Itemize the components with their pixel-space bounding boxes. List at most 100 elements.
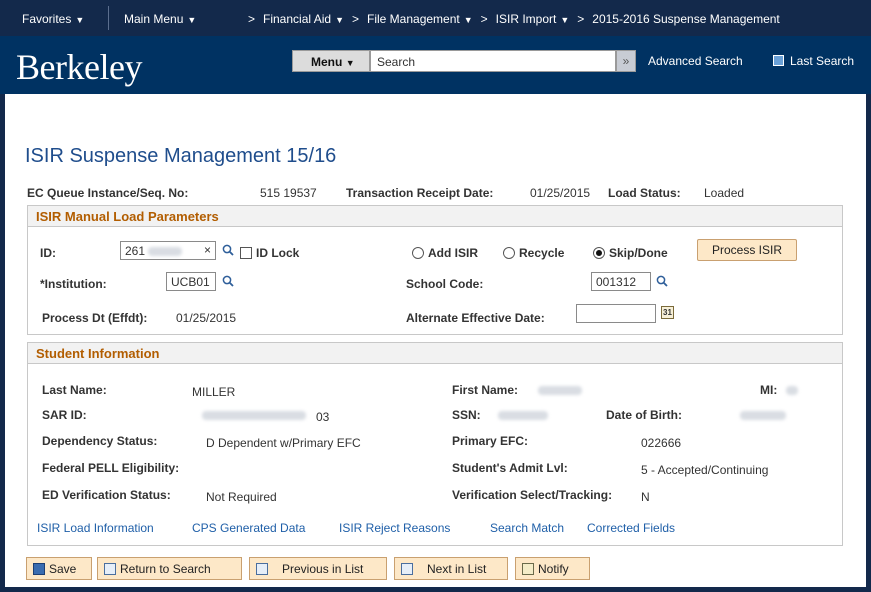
berkeley-logo[interactable]: Berkeley <box>16 46 142 88</box>
load-status-label: Load Status: <box>608 186 681 200</box>
clear-icon[interactable]: × <box>204 243 211 257</box>
ssn-label: SSN: <box>452 408 481 422</box>
federal-pell-label: Federal PELL Eligibility: <box>42 461 180 475</box>
chevron-down-icon[interactable]: ▼ <box>560 15 569 25</box>
institution-label: *Institution: <box>40 277 107 291</box>
transaction-receipt-label: Transaction Receipt Date: <box>346 186 494 200</box>
chevron-down-icon: ▼ <box>75 15 85 25</box>
id-lock-label: ID Lock <box>256 246 300 260</box>
page-title: ISIR Suspense Management 15/16 <box>25 145 337 167</box>
breadcrumb-current: 2015-2016 Suspense Management <box>592 12 780 26</box>
primary-efc-label: Primary EFC: <box>452 434 529 448</box>
skip-done-label: Skip/Done <box>609 246 668 260</box>
radio-icon <box>503 247 515 259</box>
last-name-value: MILLER <box>192 385 236 399</box>
chevron-down-icon[interactable]: ▼ <box>464 15 473 25</box>
return-to-search-button[interactable]: Return to Search <box>97 557 242 580</box>
return-search-icon <box>104 563 116 575</box>
ed-verification-value: Not Required <box>206 490 277 504</box>
return-label: Return to Search <box>120 562 211 576</box>
cps-generated-data-link[interactable]: CPS Generated Data <box>192 521 305 535</box>
id-lock-checkbox[interactable]: ID Lock <box>240 246 299 260</box>
isir-load-information-link[interactable]: ISIR Load Information <box>37 521 154 535</box>
redacted-ssn <box>498 411 548 420</box>
chevron-down-icon: ▼ <box>345 58 355 68</box>
date-of-birth-label: Date of Birth: <box>606 408 682 422</box>
dependency-status-label: Dependency Status: <box>42 434 158 448</box>
school-code-input[interactable]: 001312 <box>591 272 651 291</box>
favorites-label: Favorites <box>22 12 72 26</box>
id-input[interactable]: 261 × <box>120 241 216 260</box>
radio-selected-icon <box>593 247 605 259</box>
search-input[interactable]: Search <box>370 50 616 72</box>
top-nav-bar: Favorites ▼ Main Menu ▼ > Financial Aid ▼ > Fi… <box>0 0 871 36</box>
admit-level-label: Student's Admit Lvl: <box>452 461 568 475</box>
menu-label: Menu <box>311 55 343 69</box>
alternate-effective-date-input[interactable] <box>576 304 656 323</box>
ec-queue-label: EC Queue Instance/Seq. No: <box>27 186 189 200</box>
redacted-first-name <box>538 386 582 395</box>
last-search-link[interactable]: Last Search <box>773 54 854 68</box>
main-menu[interactable]: Main Menu ▼ <box>124 12 196 26</box>
save-label: Save <box>49 562 77 576</box>
arrow-down-list-icon <box>401 563 413 575</box>
save-icon <box>33 563 45 575</box>
search-match-link[interactable]: Search Match <box>490 521 564 535</box>
add-isir-label: Add ISIR <box>428 246 478 260</box>
ed-verification-label: ED Verification Status: <box>42 488 171 502</box>
chevron-right-icon: > <box>577 12 585 26</box>
previous-in-list-button[interactable]: Previous in List <box>249 557 387 580</box>
menu-dropdown-button[interactable]: Menu ▼ <box>292 50 370 72</box>
lookup-icon[interactable] <box>222 244 234 256</box>
alternate-effective-date-label: Alternate Effective Date: <box>406 311 545 325</box>
section-header: ISIR Manual Load Parameters <box>28 206 842 227</box>
last-search-label: Last Search <box>790 54 855 68</box>
checkbox-icon <box>240 247 252 259</box>
brand-header: Berkeley Menu ▼ Search » Advanced Search… <box>0 36 871 94</box>
id-value: 261 <box>125 244 146 258</box>
main-menu-label: Main Menu <box>124 12 184 26</box>
breadcrumb-file-management[interactable]: File Management <box>367 12 460 26</box>
recycle-radio[interactable]: Recycle <box>503 246 564 260</box>
previous-label: Previous in List <box>282 562 364 576</box>
save-button[interactable]: Save <box>26 557 92 580</box>
transaction-receipt-value: 01/25/2015 <box>530 186 591 200</box>
arrow-up-list-icon <box>256 563 268 575</box>
institution-input[interactable]: UCB01 <box>166 272 216 291</box>
chevron-down-icon: ▼ <box>187 15 197 25</box>
redacted-value <box>148 247 183 257</box>
breadcrumb-financial-aid[interactable]: Financial Aid <box>263 12 331 26</box>
section-header: Student Information <box>28 343 842 364</box>
chevron-right-icon: > <box>480 12 488 26</box>
breadcrumb: > Financial Aid ▼ > File Management ▼ > ISIR Im… <box>240 12 780 26</box>
advanced-search-link[interactable]: Advanced Search <box>648 54 743 68</box>
last-name-label: Last Name: <box>42 383 107 397</box>
isir-reject-reasons-link[interactable]: ISIR Reject Reasons <box>339 521 450 535</box>
lookup-icon[interactable] <box>656 275 668 287</box>
process-isir-button[interactable]: Process ISIR <box>697 239 797 261</box>
breadcrumb-isir-import[interactable]: ISIR Import <box>496 12 557 26</box>
notify-label: Notify <box>538 562 569 576</box>
calendar-icon[interactable]: 31 <box>661 306 674 319</box>
sar-id-suffix: 03 <box>316 410 330 424</box>
primary-efc-value: 022666 <box>641 436 682 450</box>
radio-icon <box>412 247 424 259</box>
id-label: ID: <box>40 246 56 260</box>
load-status-value: Loaded <box>704 186 745 200</box>
redacted-mi <box>786 386 798 395</box>
search-go-icon[interactable]: » <box>616 50 636 72</box>
lookup-icon[interactable] <box>222 275 234 287</box>
recycle-label: Recycle <box>519 246 565 260</box>
school-code-label: School Code: <box>406 277 484 291</box>
nav-divider <box>108 6 109 30</box>
dependency-status-value: D Dependent w/Primary EFC <box>206 436 361 450</box>
verification-select-value: N <box>641 490 650 504</box>
notify-button[interactable]: Notify <box>515 557 590 580</box>
favorites-menu[interactable]: Favorites ▼ <box>22 12 84 26</box>
next-in-list-button[interactable]: Next in List <box>394 557 508 580</box>
corrected-fields-link[interactable]: Corrected Fields <box>587 521 675 535</box>
add-isir-radio[interactable]: Add ISIR <box>412 246 478 260</box>
skip-done-radio[interactable]: Skip/Done <box>593 246 668 260</box>
last-search-icon <box>773 55 784 66</box>
chevron-down-icon[interactable]: ▼ <box>335 15 344 25</box>
